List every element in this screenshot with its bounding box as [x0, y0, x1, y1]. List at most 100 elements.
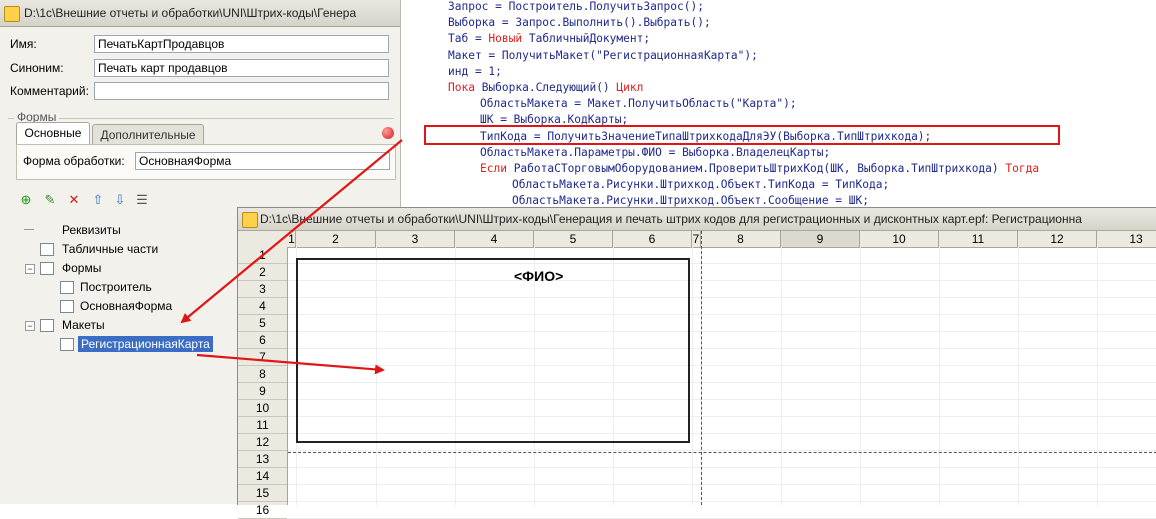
- column-header-cell[interactable]: 7: [692, 231, 701, 247]
- row-header-cell[interactable]: 2: [238, 264, 287, 281]
- column-header-cell[interactable]: 4: [455, 231, 534, 247]
- add-icon[interactable]: ⊕: [18, 192, 34, 208]
- row-header-cell[interactable]: 13: [238, 451, 287, 468]
- app-icon: [242, 212, 258, 228]
- form-processing-field[interactable]: ОсновнаяФорма: [135, 152, 390, 170]
- code-line[interactable]: ОбластьМакета.Параметры.ФИО = Выборка.Вл…: [480, 146, 830, 159]
- column-header-cell[interactable]: 3: [376, 231, 455, 247]
- layout-window-titlebar[interactable]: D:\1c\Внешние отчеты и обработки\UNI\Штр…: [238, 208, 1156, 231]
- tab-additional[interactable]: Дополнительные: [92, 124, 204, 145]
- code-keyword: Цикл: [616, 81, 644, 94]
- row-header-cell[interactable]: 12: [238, 434, 287, 451]
- processing-window-titlebar[interactable]: D:\1c\Внешние отчеты и обработки\UNI\Штр…: [0, 0, 400, 27]
- row-header-cell[interactable]: 6: [238, 332, 287, 349]
- code-text: Таб =: [448, 32, 489, 46]
- tree-item-label: Реквизиты: [62, 223, 121, 237]
- code-text: Выборка = Запрос.Выполнить().Выбрать();: [448, 16, 711, 30]
- column-header-cell[interactable]: 9: [781, 231, 860, 247]
- layouts-icon: [40, 319, 54, 332]
- tree-item-label: Макеты: [62, 318, 105, 332]
- comment-field[interactable]: [94, 82, 389, 100]
- code-line[interactable]: Пока Выборка.Следующий() Цикл: [448, 81, 643, 94]
- form-processing-label: Форма обработки:: [23, 154, 125, 168]
- layout-icon: [60, 338, 74, 351]
- row-header-cell[interactable]: 15: [238, 485, 287, 502]
- grid-row-line: [288, 467, 1156, 468]
- form-icon: [60, 281, 74, 294]
- list-icon[interactable]: ☰: [134, 192, 150, 208]
- tree-item-form-builder[interactable]: Построитель: [60, 279, 260, 295]
- tab-panel: Форма обработки: ОсновнаяФорма: [16, 144, 396, 180]
- column-header-cell[interactable]: 12: [1018, 231, 1097, 247]
- column-header-cell[interactable]: 11: [939, 231, 1018, 247]
- table-icon: [40, 243, 54, 256]
- tree-item-tabular-parts[interactable]: Табличные части: [40, 241, 240, 257]
- name-field[interactable]: ПечатьКартПродавцов: [94, 35, 389, 53]
- form-icon: [60, 300, 74, 313]
- move-up-icon[interactable]: ⇧: [90, 192, 106, 208]
- code-line[interactable]: ОбластьМакета.Рисунки.Штрихкод.Объект.Со…: [512, 194, 869, 207]
- synonym-field[interactable]: Печать карт продавцов: [94, 59, 389, 77]
- row-header-cell[interactable]: 14: [238, 468, 287, 485]
- code-line[interactable]: Если РаботаСТорговымОборудованием.Провер…: [480, 162, 1039, 175]
- highlighted-code-line-frame: [424, 125, 1060, 145]
- row-header-cell[interactable]: 10: [238, 400, 287, 417]
- name-label: Имя:: [10, 37, 37, 51]
- code-text: ОбластьМакета.Рисунки.Штрихкод.Объект.Со…: [512, 194, 869, 208]
- column-header-cell[interactable]: 13: [1097, 231, 1156, 247]
- code-text: ТабличныйДокумент;: [522, 32, 651, 46]
- breakpoint-icon[interactable]: [382, 127, 394, 139]
- row-header-cell[interactable]: 4: [238, 298, 287, 315]
- tree-item-label: ОсновнаяФорма: [80, 299, 173, 313]
- code-keyword: Пока: [448, 81, 475, 94]
- tree-item-attributes[interactable]: Реквизиты: [24, 222, 224, 238]
- move-down-icon[interactable]: ⇩: [112, 192, 128, 208]
- row-header-cell[interactable]: 3: [238, 281, 287, 298]
- row-header-cell[interactable]: 1: [238, 247, 287, 264]
- column-header-cell[interactable]: 6: [613, 231, 692, 247]
- row-header-cell[interactable]: 11: [238, 417, 287, 434]
- app-icon: [4, 6, 20, 22]
- row-header-cell[interactable]: 7: [238, 349, 287, 366]
- collapse-icon[interactable]: −: [25, 321, 35, 331]
- code-line[interactable]: Таб = Новый ТабличныйДокумент;: [448, 32, 650, 45]
- tab-main[interactable]: Основные: [16, 122, 90, 145]
- code-text: ОбластьМакета = Макет.ПолучитьОбласть("К…: [480, 97, 797, 111]
- code-line[interactable]: инд = 1;: [448, 65, 502, 78]
- tree-item-main-form[interactable]: ОсновнаяФорма: [60, 298, 260, 314]
- code-line[interactable]: Выборка = Запрос.Выполнить().Выбрать();: [448, 16, 711, 29]
- tree-item-label: Построитель: [80, 280, 152, 294]
- code-line[interactable]: Макет = ПолучитьМакет("РегистрационнаяКа…: [448, 49, 758, 62]
- collapse-icon[interactable]: −: [25, 264, 35, 274]
- column-header-cell[interactable]: 10: [860, 231, 939, 247]
- tree-item-forms[interactable]: Формы: [40, 260, 240, 276]
- row-header-cell[interactable]: 16: [238, 502, 287, 519]
- fio-parameter-cell[interactable]: <ФИО>: [514, 268, 563, 284]
- row-header-cell[interactable]: 9: [238, 383, 287, 400]
- tree-connector: [24, 229, 34, 230]
- column-header-cell[interactable]: 5: [534, 231, 613, 247]
- tree-item-layouts[interactable]: Макеты: [40, 317, 240, 333]
- edit-icon[interactable]: ✎: [42, 192, 58, 208]
- card-area-frame[interactable]: [296, 258, 690, 443]
- column-header-cell[interactable]: 8: [701, 231, 781, 247]
- processing-window-title: D:\1c\Внешние отчеты и обработки\UNI\Штр…: [24, 6, 357, 20]
- page-break-vertical: [701, 231, 702, 505]
- code-text: Выборка.Следующий(): [474, 81, 617, 94]
- tree-item-label: Табличные части: [62, 242, 159, 256]
- code-line[interactable]: ОбластьМакета.Рисунки.Штрихкод.Объект.Ти…: [512, 178, 889, 191]
- code-text: Макет = ПолучитьМакет("РегистрационнаяКа…: [448, 48, 758, 62]
- code-line[interactable]: ОбластьМакета = Макет.ПолучитьОбласть("К…: [480, 97, 797, 110]
- code-keyword: Новый: [488, 32, 523, 46]
- column-header-cell[interactable]: 1: [288, 231, 296, 247]
- row-header-cell[interactable]: 8: [238, 366, 287, 383]
- code-text: инд = 1;: [448, 64, 502, 78]
- page-break-horizontal: [288, 452, 1156, 453]
- column-header-cell[interactable]: 2: [296, 231, 376, 247]
- code-line[interactable]: Запрос = Построитель.ПолучитьЗапрос();: [448, 0, 704, 13]
- code-editor[interactable]: Запрос = Построитель.ПолучитьЗапрос(); Вы…: [382, 0, 1156, 210]
- row-header-cell[interactable]: 5: [238, 315, 287, 332]
- tree-item-registration-card[interactable]: РегистрационнаяКарта: [60, 336, 260, 352]
- delete-icon[interactable]: ✕: [66, 192, 82, 208]
- sheet-grid[interactable]: <ФИО>: [288, 231, 1156, 519]
